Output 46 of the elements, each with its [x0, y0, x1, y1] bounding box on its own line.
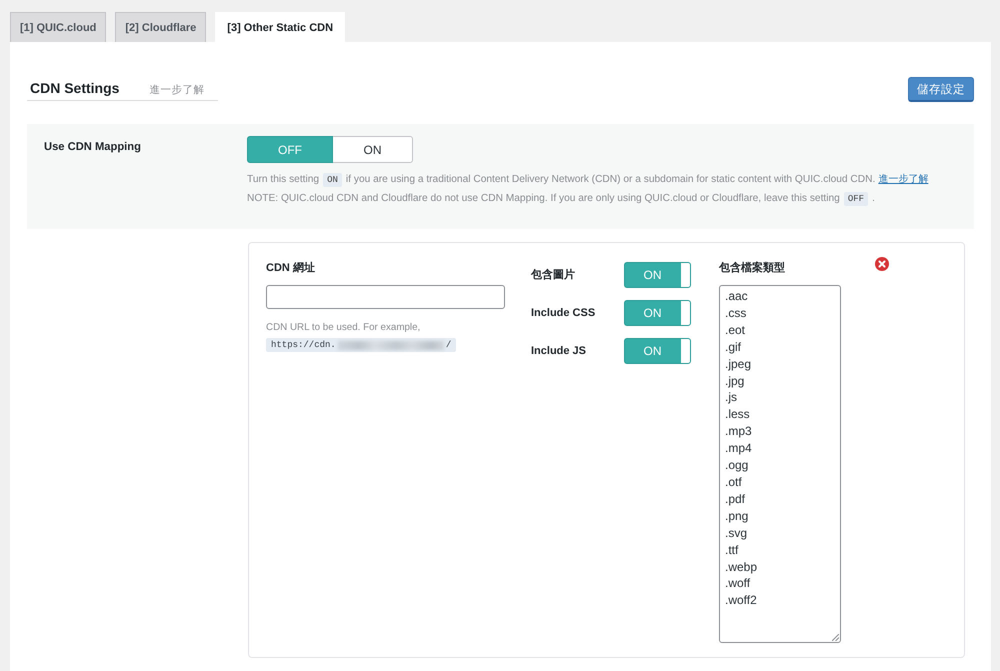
file-extension: .js: [725, 389, 737, 406]
file-extension: .svg: [725, 524, 748, 542]
url-text: https://cdn.: [271, 339, 336, 352]
segment-option[interactable]: OFF: [247, 136, 333, 163]
file-extension: .css: [725, 304, 746, 322]
toggle-label: Include JS: [531, 344, 586, 359]
file-extension: .pdf: [725, 490, 746, 508]
file-extension: .ogg: [725, 457, 748, 474]
file-extension: .mp4: [725, 440, 752, 458]
setting-label: Use CDN Mapping: [44, 140, 141, 155]
file-extension: .woff: [725, 575, 750, 592]
file-extension: .png: [725, 508, 748, 525]
file-extension: .gif: [725, 338, 742, 356]
file-extension: .ttf: [725, 542, 738, 558]
section-title: CDN Settings: [30, 79, 120, 98]
toggle-switch[interactable]: ON: [624, 300, 691, 326]
help-text: CDN URL to be used. For example,: [266, 321, 420, 335]
save-button[interactable]: 儲存設定: [908, 77, 974, 102]
file-types-field[interactable]: .aac .css .eot .gif .jpeg .jpg .js .less .mp3 .mp4 .ogg .otf .pdf .png .svg .ttf .webp .woff .woff2: [719, 285, 841, 643]
resize-grip-icon[interactable]: [832, 634, 839, 641]
toggle-label: 包含圖片: [531, 268, 575, 283]
url-text: /: [446, 339, 452, 352]
toggle-label: Include CSS: [531, 306, 596, 321]
tab[interactable]: [3] Other Static CDN: [215, 12, 346, 42]
file-extension: .less: [725, 406, 750, 424]
tab[interactable]: [2] Cloudflare: [115, 12, 206, 42]
learn-more-link[interactable]: 進一步了解: [149, 83, 204, 97]
description-text: NOTE: QUIC.cloud CDN and Cloudflare do not use CDN Mapping. If you are only using QUIC.cloud or Cloudflare, leave this setting OFF .: [247, 191, 876, 208]
remove-icon[interactable]: [875, 257, 889, 271]
tab[interactable]: [1] QUIC.cloud: [10, 12, 106, 42]
file-extension: .aac: [725, 288, 748, 305]
learn-more-link[interactable]: 進一步了解: [878, 174, 928, 185]
url-input-field[interactable]: [266, 285, 505, 309]
field-label: CDN 網址: [266, 260, 315, 276]
file-extension: .jpg: [725, 372, 744, 390]
file-extension: .eot: [725, 322, 746, 339]
file-extension: .otf: [725, 474, 742, 491]
segment-option[interactable]: ON: [333, 136, 413, 163]
description-text: Turn this setting ON if you are using a traditional Content Delivery Network (CDN) or a subdomain for static content with QUIC.cloud CDN. 進一步了解: [247, 172, 930, 189]
file-extension: .jpeg: [725, 356, 752, 373]
file-extension: .woff2: [725, 592, 757, 610]
toggle-switch[interactable]: ON: [624, 338, 691, 364]
file-extension: .mp3: [725, 423, 752, 440]
file-extension: .webp: [725, 558, 758, 576]
toggle-switch[interactable]: ON: [624, 262, 691, 288]
field-label: 包含檔案類型: [719, 260, 785, 276]
